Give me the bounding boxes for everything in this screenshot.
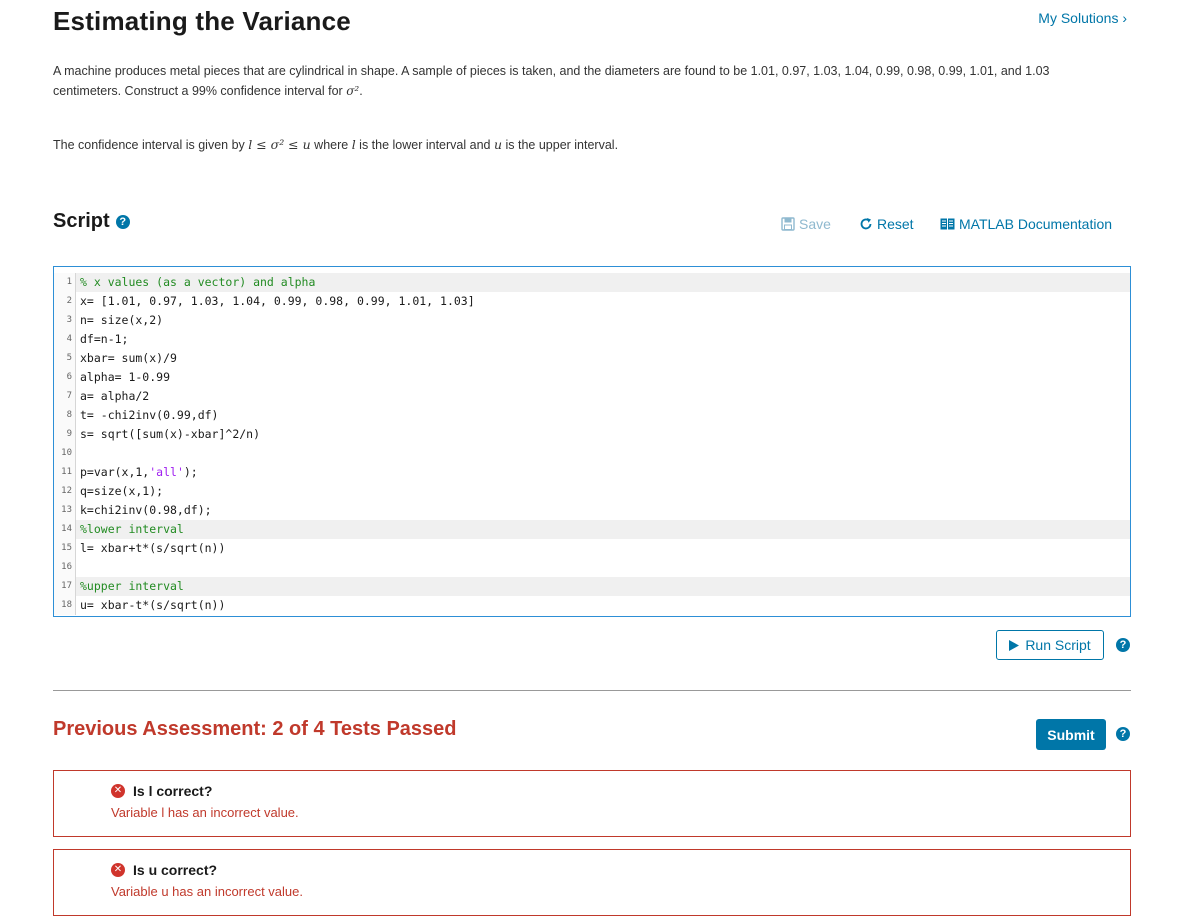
test-title: ✕ Is l correct?	[111, 783, 212, 799]
save-label: Save	[799, 216, 831, 232]
code-editor[interactable]: 1 % x values (as a vector) and alpha 2 x= […	[53, 266, 1131, 617]
script-heading-label: Script	[53, 210, 110, 232]
code-text: %lower interval	[80, 522, 184, 536]
reset-button[interactable]: Reset	[859, 216, 914, 232]
run-help-icon[interactable]: ?	[1116, 638, 1130, 652]
line-number: 8	[54, 406, 76, 425]
line-number: 13	[54, 501, 76, 520]
code-text: alpha= 1-0.99	[80, 370, 171, 384]
code-line[interactable]: 10	[54, 444, 1130, 463]
code-line[interactable]: 7 a= alpha/2	[54, 387, 1130, 406]
code-text: %upper interval	[80, 579, 184, 593]
test-result[interactable]: ✕ Is l correct? Variable l has an incorr…	[53, 770, 1131, 837]
code-line[interactable]: 3 n= size(x,2)	[54, 311, 1130, 330]
sigma-squared: σ²	[346, 84, 360, 98]
problem-end: .	[359, 84, 363, 98]
line-number: 12	[54, 482, 76, 501]
code-line[interactable]: 2 x= [1.01, 0.97, 1.03, 1.04, 0.99, 0.98,…	[54, 292, 1130, 311]
line-number: 11	[54, 463, 76, 482]
code-text: p=var(x,1,'all');	[80, 465, 198, 479]
code-line[interactable]: 16	[54, 558, 1130, 577]
problem-text: A machine produces metal pieces that are…	[53, 64, 1050, 98]
run-script-button[interactable]: Run Script	[996, 630, 1104, 660]
save-button[interactable]: Save	[781, 216, 831, 232]
code-text: x= [1.01, 0.97, 1.03, 1.04, 0.99, 0.98, …	[80, 294, 475, 308]
code-text: t= -chi2inv(0.99,df)	[80, 408, 219, 422]
code-line[interactable]: 5 xbar= sum(x)/9	[54, 349, 1130, 368]
problem-statement: A machine produces metal pieces that are…	[53, 61, 1113, 101]
submit-help-icon[interactable]: ?	[1116, 727, 1130, 741]
test-result[interactable]: ✕ Is u correct? Variable u has an incorr…	[53, 849, 1131, 916]
line-number: 15	[54, 539, 76, 558]
ci-prefix: The confidence interval is given by	[53, 138, 249, 152]
help-icon[interactable]: ?	[115, 214, 130, 229]
page-title: Estimating the Variance	[53, 6, 351, 36]
line-number: 3	[54, 311, 76, 330]
matlab-documentation-button[interactable]: MATLAB Documentation	[940, 216, 1112, 232]
confidence-interval-note: The confidence interval is given by l ≤ …	[53, 137, 618, 152]
code-text: a= alpha/2	[80, 389, 150, 403]
line-number: 2	[54, 292, 76, 311]
line-number: 4	[54, 330, 76, 349]
submit-button[interactable]: Submit	[1036, 719, 1106, 750]
code-line[interactable]: 17 %upper interval	[54, 577, 1130, 596]
code-text: k=chi2inv(0.98,df);	[80, 503, 212, 517]
code-line[interactable]: 8 t= -chi2inv(0.99,df)	[54, 406, 1130, 425]
section-divider	[53, 690, 1131, 691]
run-script-label: Run Script	[1025, 637, 1091, 653]
code-text: q=size(x,1);	[80, 484, 164, 498]
ci-formula: l ≤ σ² ≤ u	[248, 137, 311, 152]
documentation-label: MATLAB Documentation	[959, 216, 1113, 232]
assessment-heading: Previous Assessment: 2 of 4 Tests Passed	[53, 718, 457, 740]
code-text: l= xbar+t*(s/sqrt(n))	[80, 541, 226, 555]
code-text: s= sqrt([sum(x)-xbar]^2/n)	[80, 427, 261, 441]
test-message: Variable u has an incorrect value.	[111, 884, 303, 899]
code-line[interactable]: 6 alpha= 1-0.99	[54, 368, 1130, 387]
reset-icon	[860, 218, 872, 230]
code-text: % x values (as a vector) and alpha	[80, 275, 316, 289]
book-icon	[940, 218, 955, 230]
play-icon	[1009, 639, 1020, 651]
code-line[interactable]: 14 %lower interval	[54, 520, 1130, 539]
line-number: 7	[54, 387, 76, 406]
ci-mid2: is the lower interval and	[355, 138, 494, 152]
line-number: 16	[54, 558, 76, 577]
code-text: n= size(x,2)	[80, 313, 164, 327]
code-line[interactable]: 9 s= sqrt([sum(x)-xbar]^2/n)	[54, 425, 1130, 444]
line-number: 17	[54, 577, 76, 596]
code-line[interactable]: 12 q=size(x,1);	[54, 482, 1130, 501]
code-line[interactable]: 11 p=var(x,1,'all');	[54, 463, 1130, 482]
line-number: 6	[54, 368, 76, 387]
script-heading: Script ?	[53, 210, 130, 233]
code-line[interactable]: 4 df=n-1;	[54, 330, 1130, 349]
test-message: Variable l has an incorrect value.	[111, 805, 299, 820]
line-number: 18	[54, 596, 76, 615]
error-icon: ✕	[111, 784, 125, 798]
reset-label: Reset	[877, 216, 914, 232]
line-number: 10	[54, 444, 76, 463]
code-line[interactable]: 18 u= xbar-t*(s/sqrt(n))	[54, 596, 1130, 615]
test-title: ✕ Is u correct?	[111, 862, 217, 878]
my-solutions-link[interactable]: My Solutions ›	[1038, 10, 1127, 26]
test-title-label: Is u correct?	[133, 862, 218, 878]
code-text: df=n-1;	[80, 332, 129, 346]
ci-u: u	[493, 137, 503, 152]
line-number: 5	[54, 349, 76, 368]
line-number: 9	[54, 425, 76, 444]
code-line[interactable]: 15 l= xbar+t*(s/sqrt(n))	[54, 539, 1130, 558]
save-icon	[781, 217, 795, 231]
ci-suffix: is the upper interval.	[502, 138, 619, 152]
test-title-label: Is l correct?	[133, 783, 213, 799]
code-line[interactable]: 13 k=chi2inv(0.98,df);	[54, 501, 1130, 520]
error-icon: ✕	[111, 863, 125, 877]
line-number: 1	[54, 273, 76, 292]
code-text: xbar= sum(x)/9	[80, 351, 177, 365]
line-number: 14	[54, 520, 76, 539]
ci-mid1: where	[310, 138, 352, 152]
code-text: u= xbar-t*(s/sqrt(n))	[80, 598, 226, 612]
code-line[interactable]: 1 % x values (as a vector) and alpha	[54, 273, 1130, 292]
